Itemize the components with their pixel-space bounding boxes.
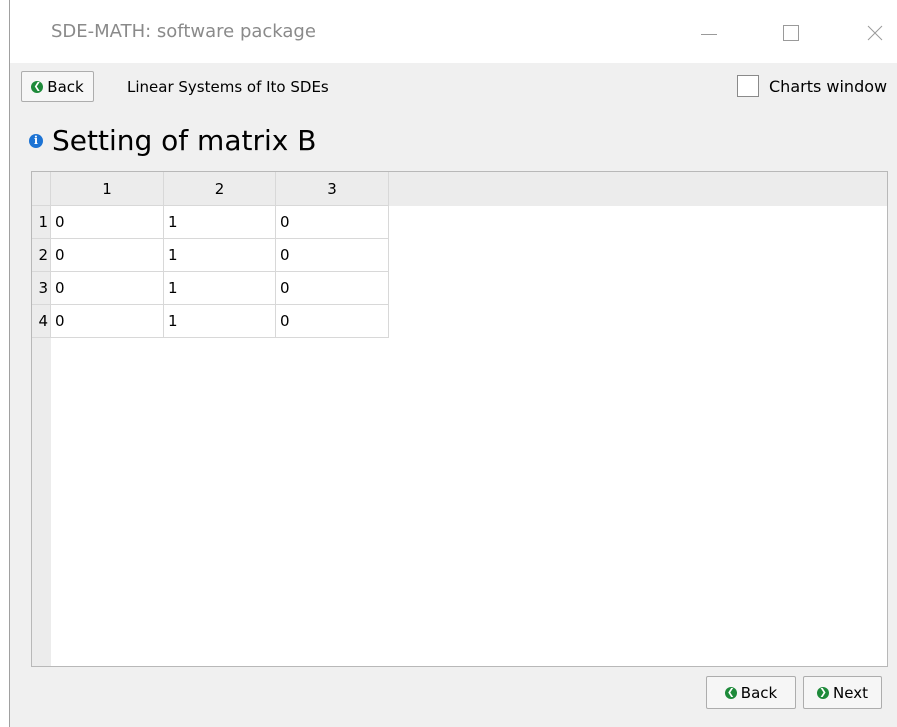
row-header[interactable]: 4 bbox=[32, 305, 51, 338]
column-header[interactable]: 1 bbox=[51, 172, 164, 206]
title-bar: SDE-MATH: software package bbox=[10, 0, 897, 63]
table-cell[interactable]: 0 bbox=[276, 239, 389, 272]
table-cell[interactable]: 0 bbox=[51, 239, 164, 272]
row-header[interactable]: 2 bbox=[32, 239, 51, 272]
column-header[interactable]: 3 bbox=[276, 172, 389, 206]
section-subtitle: Linear Systems of Ito SDEs bbox=[127, 78, 329, 96]
window-title: SDE-MATH: software package bbox=[51, 21, 316, 42]
page-title: Setting of matrix B bbox=[52, 124, 317, 157]
maximize-button[interactable] bbox=[768, 10, 814, 56]
next-button-label: Next bbox=[833, 683, 868, 702]
table-corner bbox=[32, 172, 51, 206]
table-cell[interactable]: 1 bbox=[164, 272, 276, 305]
minimize-icon bbox=[701, 33, 717, 35]
charts-window-checkbox[interactable] bbox=[737, 75, 759, 97]
table-cell[interactable]: 1 bbox=[164, 206, 276, 239]
table-cell[interactable]: 1 bbox=[164, 239, 276, 272]
close-icon bbox=[867, 25, 883, 41]
back-button-label: Back bbox=[740, 683, 778, 702]
page-heading: i Setting of matrix B bbox=[29, 124, 316, 157]
table-cell[interactable]: 0 bbox=[276, 272, 389, 305]
arrow-right-circle-icon: ❯ bbox=[817, 686, 830, 699]
info-icon: i bbox=[29, 133, 43, 148]
table-cell[interactable]: 0 bbox=[51, 206, 164, 239]
minimize-button[interactable] bbox=[686, 10, 732, 56]
table-cell[interactable]: 0 bbox=[276, 305, 389, 338]
back-button-top[interactable]: ❮ Back bbox=[21, 71, 94, 102]
table-cell[interactable]: 0 bbox=[51, 305, 164, 338]
close-button[interactable] bbox=[852, 10, 897, 56]
table-cell[interactable]: 0 bbox=[51, 272, 164, 305]
column-header[interactable]: 2 bbox=[164, 172, 276, 206]
arrow-left-circle-icon: ❮ bbox=[724, 686, 737, 699]
charts-window-toggle[interactable]: Charts window bbox=[737, 75, 887, 97]
next-button[interactable]: ❯ Next bbox=[803, 676, 882, 709]
back-button[interactable]: ❮ Back bbox=[706, 676, 796, 709]
charts-window-label: Charts window bbox=[769, 76, 888, 96]
table-cell[interactable]: 1 bbox=[164, 305, 276, 338]
maximize-icon bbox=[783, 25, 799, 41]
row-header[interactable]: 1 bbox=[32, 206, 51, 239]
row-header[interactable]: 3 bbox=[32, 272, 51, 305]
app-window: SDE-MATH: software package ❮ Back Linear… bbox=[9, 0, 897, 727]
arrow-left-circle-icon: ❮ bbox=[31, 80, 44, 93]
matrix-table: 1 2 3 1 0 1 0 2 0 1 0 3 0 1 0 4 0 1 0 bbox=[31, 171, 888, 667]
back-button-label: Back bbox=[47, 77, 84, 96]
table-cell[interactable]: 0 bbox=[276, 206, 389, 239]
